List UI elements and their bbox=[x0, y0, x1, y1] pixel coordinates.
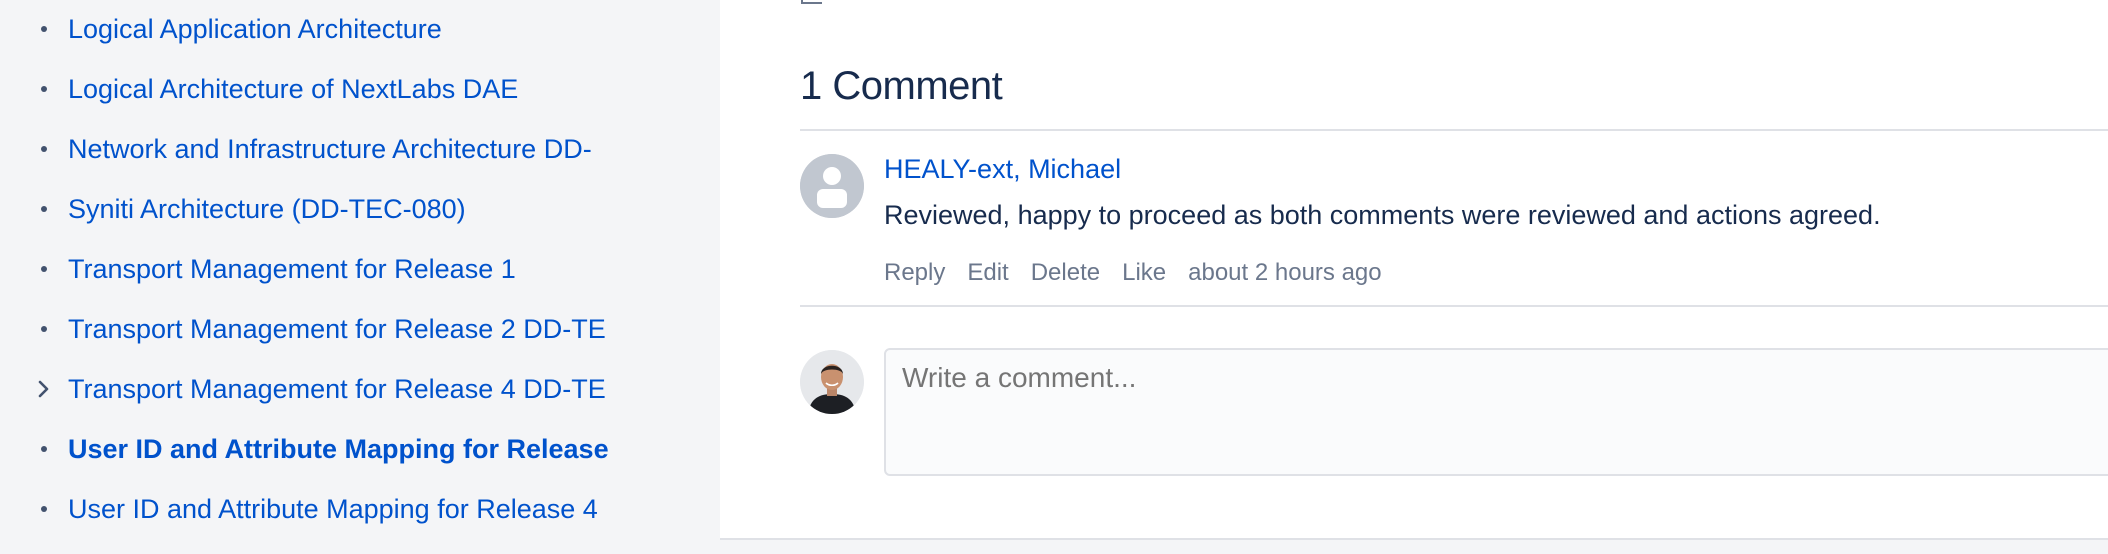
bullet-icon bbox=[34, 129, 54, 169]
divider bbox=[800, 305, 2108, 307]
tree-item[interactable]: Network and Infrastructure Architecture … bbox=[0, 129, 720, 169]
default-avatar-icon[interactable] bbox=[800, 154, 864, 218]
current-user-avatar[interactable] bbox=[800, 350, 864, 414]
chevron-right-icon[interactable] bbox=[34, 369, 54, 409]
tree-item[interactable]: Transport Management for Release 1 bbox=[0, 249, 720, 289]
comment-body: Reviewed, happy to proceed as both comme… bbox=[884, 200, 1881, 230]
tree-item[interactable]: Transport Management for Release 2 DD-TE bbox=[0, 309, 720, 349]
comments-section: 1 Comment HEALY-ext, Michael Reviewed, h… bbox=[720, 0, 2108, 540]
page-tree-sidebar: Logical Application Architecture Logical… bbox=[0, 0, 720, 554]
tree-item-current[interactable]: User ID and Attribute Mapping for Releas… bbox=[0, 429, 720, 469]
delete-link[interactable]: Delete bbox=[1031, 258, 1100, 288]
tree-item-link[interactable]: Syniti Architecture (DD-TEC-080) bbox=[68, 189, 640, 229]
bullet-icon bbox=[34, 69, 54, 109]
tree-item[interactable]: Logical Architecture of NextLabs DAE bbox=[0, 69, 720, 109]
divider bbox=[800, 129, 2108, 131]
bullet-icon bbox=[34, 429, 54, 469]
comment-timestamp[interactable]: about 2 hours ago bbox=[1188, 258, 1382, 288]
reply-link[interactable]: Reply bbox=[884, 258, 945, 288]
tree-item-link[interactable]: User ID and Attribute Mapping for Releas… bbox=[68, 489, 640, 529]
bullet-icon bbox=[34, 309, 54, 349]
list-icon bbox=[800, 0, 824, 4]
like-link[interactable]: Like bbox=[1122, 258, 1166, 288]
tree-item-link[interactable]: Network and Infrastructure Architecture … bbox=[68, 129, 640, 169]
tree-item-link[interactable]: Transport Management for Release 2 DD-TE bbox=[68, 309, 640, 349]
bullet-icon bbox=[34, 489, 54, 529]
tree-item-link[interactable]: User ID and Attribute Mapping for Releas… bbox=[68, 429, 640, 469]
comments-heading: 1 Comment bbox=[800, 64, 1003, 108]
tree-item-link[interactable]: Logical Application Architecture bbox=[68, 9, 640, 49]
comment-author-link[interactable]: HEALY-ext, Michael bbox=[884, 152, 1121, 186]
tree-item[interactable]: Logical Application Architecture bbox=[0, 9, 720, 49]
comment-input[interactable] bbox=[884, 348, 2108, 476]
bullet-icon bbox=[34, 9, 54, 49]
tree-item[interactable]: Transport Management for Release 4 DD-TE bbox=[0, 369, 720, 409]
edit-link[interactable]: Edit bbox=[967, 258, 1008, 288]
bullet-icon bbox=[34, 249, 54, 289]
comment-actions: Reply Edit Delete Like about 2 hours ago bbox=[884, 258, 1382, 288]
tree-item-link[interactable]: Transport Management for Release 1 bbox=[68, 249, 640, 289]
tree-item-link[interactable]: Transport Management for Release 4 DD-TE bbox=[68, 369, 640, 409]
tree-item[interactable]: User ID and Attribute Mapping for Releas… bbox=[0, 489, 720, 529]
bullet-icon bbox=[34, 189, 54, 229]
tree-item-link[interactable]: Logical Architecture of NextLabs DAE bbox=[68, 69, 640, 109]
tree-item[interactable]: Syniti Architecture (DD-TEC-080) bbox=[0, 189, 720, 229]
